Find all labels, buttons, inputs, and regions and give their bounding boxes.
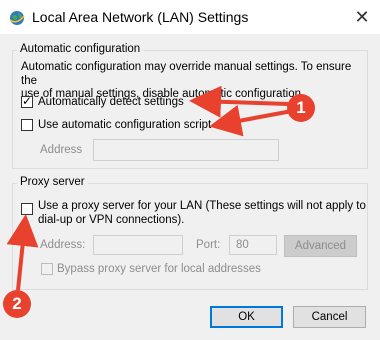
annotation-arrow-auto-detect: [189, 85, 289, 118]
annotation-badge-2: 2: [3, 290, 31, 318]
annotation-badge-1: 1: [287, 94, 315, 122]
annotation-arrow-config-script: [209, 104, 293, 137]
annotation-arrow-use-proxy: [6, 214, 39, 291]
annotation-arrows: [6, 85, 293, 291]
